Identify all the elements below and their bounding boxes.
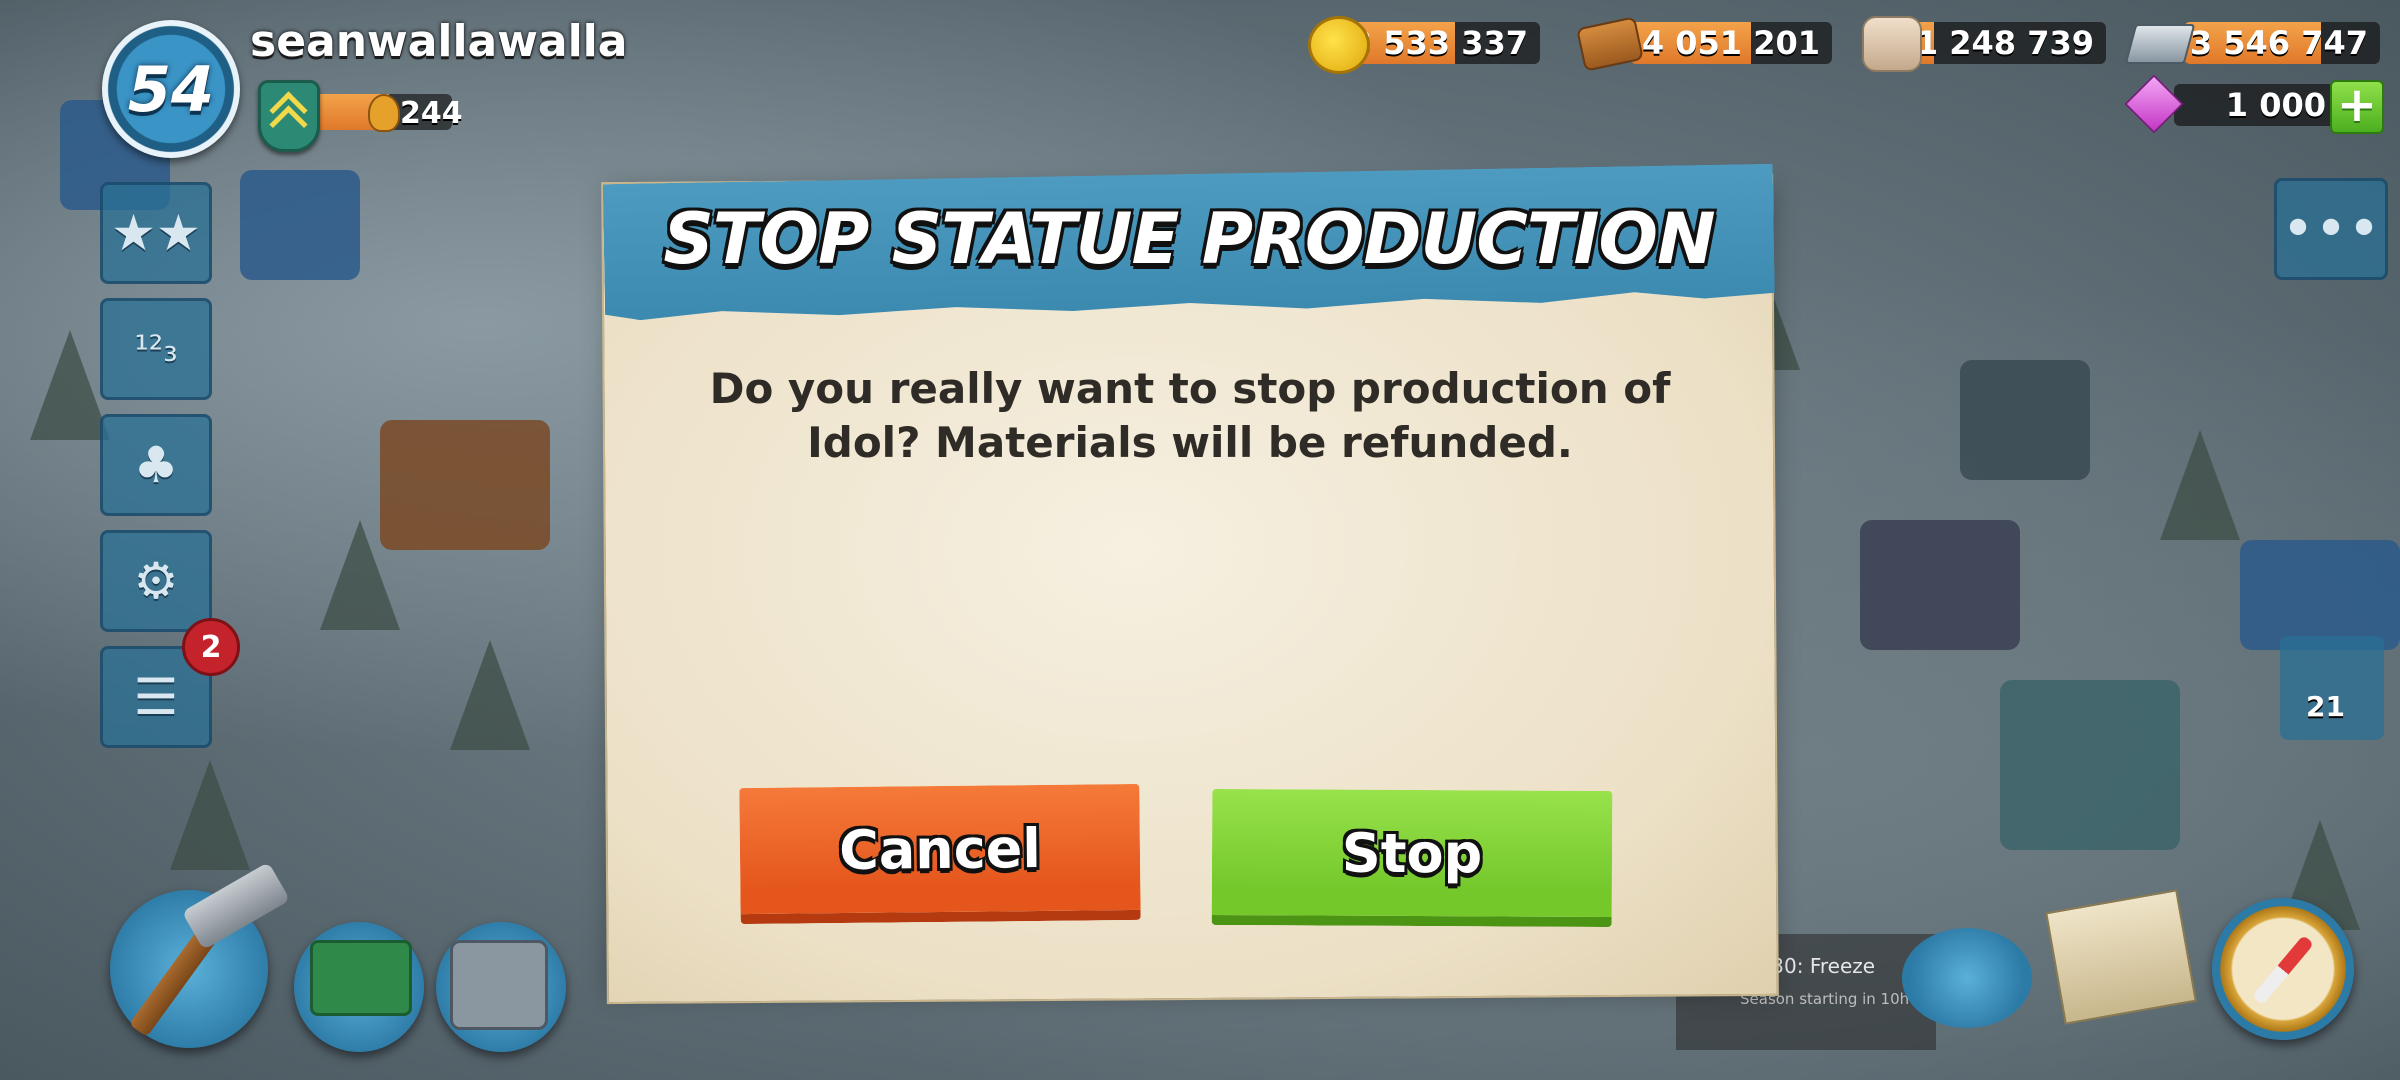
dialog-message: Do you really want to stop production of… [709,364,1671,467]
leaderboard-button[interactable]: ¹²₃ [100,298,212,400]
iron-value: 3 546 747 [2189,24,2368,62]
player-name: seanwallawalla [250,16,628,67]
wood-resource-bar: 4 051 201 [1630,22,1832,64]
building [1960,360,2090,480]
diamonds-value: 1 000 [2225,86,2326,124]
task-force-icon: ♣ [133,436,179,494]
treasure-chest-icon [310,940,412,1016]
troops-count: 21 [2306,690,2345,723]
chat-button[interactable]: ••• [2274,178,2388,280]
iron-resource-bar: 3 546 747 [2184,22,2380,64]
leaderboard-icon: ¹²₃ [134,328,178,370]
gold-coin-icon [1308,16,1370,74]
cancel-button[interactable]: Cancel [739,783,1141,925]
troops-button[interactable] [2280,636,2384,740]
player-level: 54 [127,52,215,126]
newspaper-icon: ☰ [133,668,179,726]
pine-tree [2160,430,2240,540]
vault-icon [450,940,548,1030]
diamonds-bar: 1 000 [2174,84,2340,126]
medal-icon [368,94,400,132]
task-force-button[interactable]: ♣ [100,414,212,516]
dialog-title: STOP STATUE PRODUCTION [663,198,1715,280]
stars-button[interactable]: ★★ [100,182,212,284]
building [380,420,550,550]
iron-icon [2124,24,2196,64]
gold-resource-bar: 3 533 337 [1350,22,1540,64]
stop-button[interactable]: Stop [1211,788,1613,928]
stone-icon [1862,16,1922,72]
gear-icon: ⚙ [133,552,179,610]
gold-value: 3 533 337 [1349,24,1528,62]
building [240,170,360,280]
building [2000,680,2180,850]
wood-value: 4 051 201 [1641,24,1820,62]
chat-bubble-icon: ••• [2281,196,2381,262]
pine-tree [450,640,530,750]
pine-tree [170,760,250,870]
stone-value: 1 248 739 [1915,24,2094,62]
building [2240,540,2400,650]
boat-button[interactable] [1902,928,2032,1028]
news-notification-badge: 2 [182,618,240,676]
buy-diamonds-button[interactable]: + [2330,80,2384,134]
stone-resource-bar: 1 248 739 [1910,22,2106,64]
settings-button[interactable]: ⚙ [100,530,212,632]
rank-value: 244 [400,96,463,131]
stars-icon: ★★ [111,204,201,262]
rank-chevron-icon[interactable] [258,80,320,152]
map-button[interactable] [2045,889,2197,1025]
pine-tree [30,330,110,440]
building [1860,520,2020,650]
